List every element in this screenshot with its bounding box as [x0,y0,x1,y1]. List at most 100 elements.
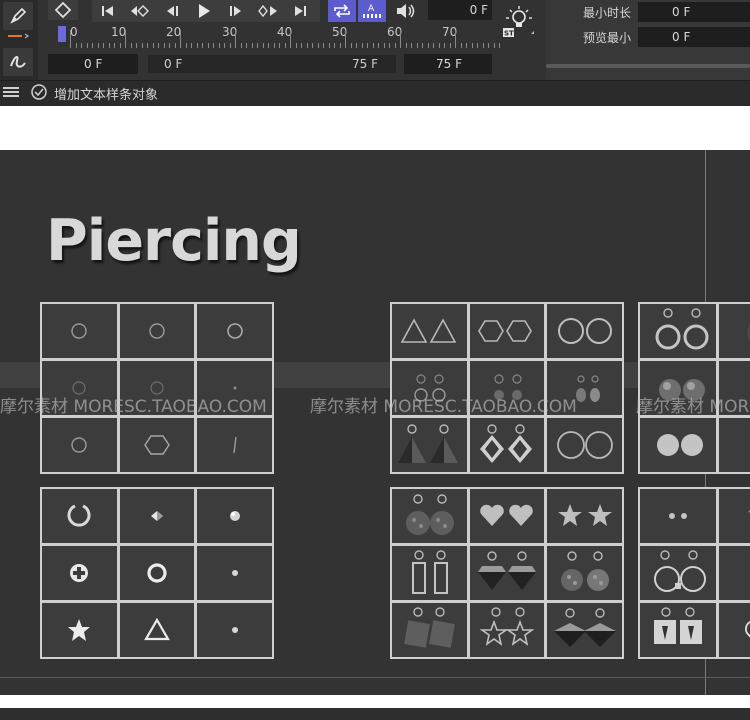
range-end-label: 75 F [352,57,378,71]
hoops-icon [557,318,612,344]
board-cell [719,489,750,543]
next-keyframe-button[interactable] [252,0,284,22]
go-to-start-button[interactable] [92,0,124,22]
studs-icon [669,513,687,519]
current-frame-field[interactable]: 0 F [428,0,492,20]
ruler-tick [273,43,275,48]
ruler-tick [367,43,368,48]
playhead-marker[interactable] [58,26,66,42]
star-icon [68,619,91,641]
sound-button[interactable] [392,0,420,22]
board-cell [469,418,545,472]
ruler-tick [356,43,357,48]
board-cell [119,489,195,543]
properties-slider[interactable] [546,64,750,68]
ruler-tick [103,43,104,48]
ruler-tick [499,43,500,48]
ruler-tick [174,43,176,48]
hexagons-icon [478,320,532,342]
ruler-tick-label: 10 [111,25,127,39]
ruler-tick [196,43,198,48]
hearts-icon [480,504,533,526]
ruler-tick [218,43,220,48]
ruler-tick [345,30,346,48]
ruler-tick [444,43,445,48]
ruler-tick [158,43,159,48]
app-window: A 0 F 0 10 20 30 40 50 60 70 0 F 0 F 75 … [0,0,750,720]
ruler-tick [493,43,495,48]
timeline-ruler[interactable]: 0 10 20 30 40 50 60 70 [48,22,500,50]
ruler-tick [295,43,297,48]
loop-icon [334,4,350,18]
status-text: 增加文本样条对象 [54,88,159,103]
ruler-tick [328,43,330,48]
ruler-tick [251,43,253,48]
chevron-icon [748,510,750,513]
prev-keyframe-button[interactable] [124,0,156,22]
ruler-tick [246,43,247,48]
playback-mode-group: A [328,0,388,22]
3d-viewport[interactable]: Piercing 摩尔素材 MORESC.TAOBAO.COM 摩尔素材 MOR… [0,150,750,695]
ruler-tick [411,43,412,48]
squiggle-icon [10,56,26,68]
autokey-button[interactable]: A [358,0,386,22]
step-forward-icon [230,6,241,16]
ruler-tick [438,43,440,48]
sketch-tool-button[interactable] [3,48,33,76]
ruler-tick [389,43,390,48]
next-frame-button[interactable] [220,0,252,22]
board-cell [197,418,272,472]
autokey-icon: A [363,4,381,18]
ruler-tick [482,43,484,48]
hexagon-icon [144,435,170,455]
preview-start-field[interactable]: 0 F [48,54,138,74]
hoop-pair-icon [655,308,709,350]
ruler-tick [75,43,77,48]
ruler-tick [70,30,71,48]
ruler-tick [477,43,478,48]
light-bulb-icon: ST [503,6,534,38]
heart-icon [745,621,750,638]
board-cell [547,418,622,472]
hoops-icon [556,431,613,459]
board-cell [119,546,195,600]
ruler-tick [257,43,258,48]
menu-icon[interactable] [2,84,20,103]
ruler-tick [97,43,99,48]
ruler-tick [306,43,308,48]
ruler-tick [301,43,302,48]
go-to-end-button[interactable] [284,0,316,22]
ruler-tick [383,43,385,48]
prev-frame-button[interactable] [156,0,188,22]
ruler-tick [207,43,209,48]
dot-icon [231,570,238,576]
ruler-tick [455,30,456,48]
ruler-tick [224,43,225,48]
preview-range-bar[interactable]: 0 F 75 F [148,55,396,73]
ruler-tick [229,43,231,48]
gem-icon [150,511,163,521]
loop-button[interactable] [328,0,356,22]
watermark-text: 摩尔素材 MORESC.TAOBAO.COM [636,397,750,417]
pen-tool-button[interactable] [3,2,33,30]
play-button[interactable] [188,0,220,22]
preview-min-field[interactable]: 0 F [638,27,750,47]
board-bottom-middle [390,487,624,659]
ruler-tick [284,43,286,48]
ruler-tick [400,30,401,48]
preview-end-field[interactable]: 75 F [404,54,492,74]
keyframe-button[interactable] [48,0,78,20]
timeline-panel: A 0 F 0 10 20 30 40 50 60 70 0 F 0 F 75 … [0,0,750,80]
light-bulb-button[interactable]: ST [498,0,538,42]
ruler-tick [350,43,352,48]
spline-type-button[interactable] [3,30,33,42]
open-ring-icon [67,504,91,527]
ruler-tick [317,43,319,48]
board-cell [392,489,467,543]
board-cell [719,603,750,657]
ruler-tick [147,43,148,48]
ruler-tick [427,43,429,48]
board-cell [197,489,272,543]
ruler-tick [180,30,181,48]
min-duration-field[interactable]: 0 F [638,2,750,22]
